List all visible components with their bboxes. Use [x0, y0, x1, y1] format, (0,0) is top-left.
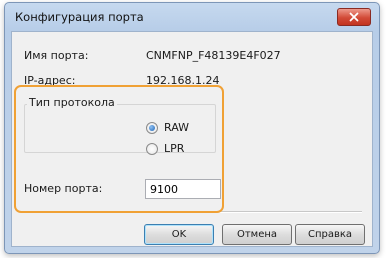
radio-raw-button[interactable] — [146, 122, 158, 134]
port-number-input[interactable] — [145, 179, 221, 199]
radio-raw-label: RAW — [164, 121, 189, 134]
help-button[interactable]: Справка — [295, 224, 365, 245]
title-bar[interactable]: Конфигурация порта — [5, 3, 379, 31]
protocol-type-label: Тип протокола — [27, 96, 117, 109]
ip-address-label: IP-адрес: — [24, 74, 76, 87]
help-button-label: Справка — [307, 229, 353, 240]
port-name-label: Имя порта: — [24, 49, 89, 62]
cancel-button[interactable]: Отмена — [222, 224, 292, 245]
close-button[interactable] — [337, 8, 371, 26]
radio-lpr-label: LPR — [164, 142, 185, 155]
separator — [22, 211, 362, 213]
port-name-value: CNMFNP_F48139E4F027 — [146, 49, 281, 62]
port-number-label: Номер порта: — [24, 182, 103, 195]
cancel-button-label: Отмена — [236, 229, 278, 240]
ok-button-label: OK — [171, 229, 187, 240]
dialog-body: Имя порта: CNMFNP_F48139E4F027 IP-адрес:… — [11, 31, 373, 247]
dialog-title: Конфигурация порта — [15, 10, 144, 24]
port-config-dialog: Конфигурация порта Имя порта: CNMFNP_F48… — [4, 2, 380, 254]
ip-address-value: 192.168.1.24 — [146, 74, 220, 87]
close-icon — [349, 12, 359, 22]
radio-lpr-button[interactable] — [146, 143, 158, 155]
ok-button[interactable]: OK — [144, 224, 214, 245]
